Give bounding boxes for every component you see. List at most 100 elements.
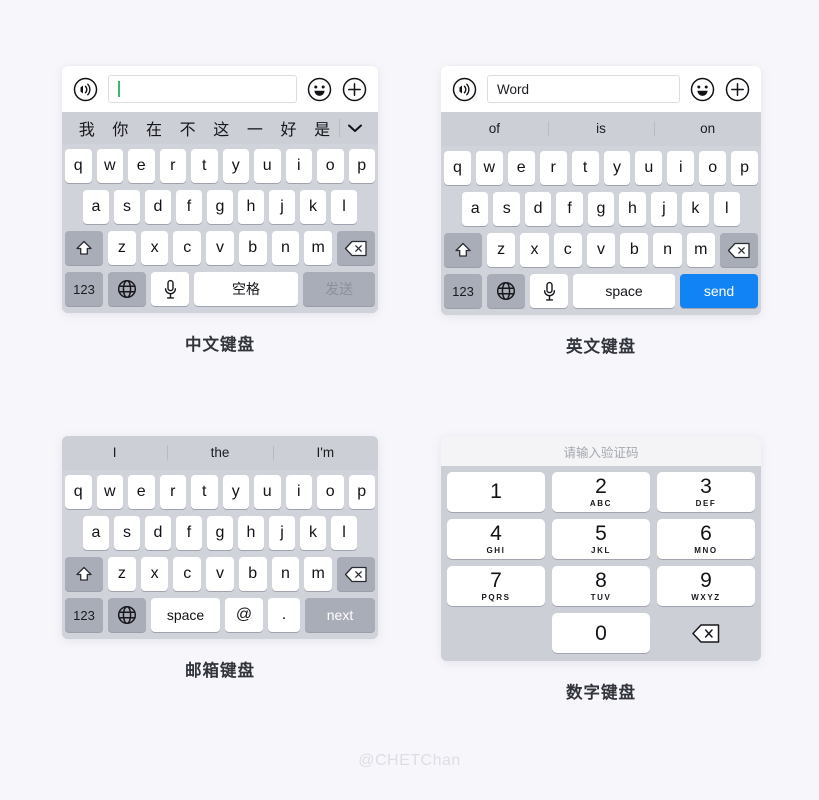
- numeric-mode-key[interactable]: 123: [444, 274, 482, 308]
- key-w[interactable]: w: [96, 149, 123, 183]
- key-h[interactable]: h: [238, 190, 264, 224]
- key-k[interactable]: k: [682, 192, 709, 226]
- suggestion-item[interactable]: I'm: [273, 446, 378, 460]
- key-u[interactable]: u: [254, 475, 281, 509]
- key-j[interactable]: j: [269, 190, 295, 224]
- key-v[interactable]: v: [206, 557, 234, 591]
- microphone-icon[interactable]: [530, 274, 568, 308]
- key-z[interactable]: z: [107, 557, 136, 591]
- key-d[interactable]: d: [524, 192, 552, 226]
- candidate-item[interactable]: 在: [137, 116, 171, 140]
- space-key[interactable]: 空格: [194, 272, 298, 306]
- key-q[interactable]: q: [65, 475, 92, 509]
- suggestion-item[interactable]: is: [548, 122, 655, 136]
- globe-icon[interactable]: [108, 598, 146, 632]
- key-c[interactable]: c: [553, 233, 582, 267]
- key-f[interactable]: f: [176, 516, 202, 550]
- candidate-item[interactable]: 不: [171, 116, 205, 140]
- key-q[interactable]: q: [65, 149, 92, 183]
- key-v[interactable]: v: [586, 233, 616, 267]
- key-v[interactable]: v: [206, 231, 234, 265]
- key-p[interactable]: p: [348, 149, 375, 183]
- key-p[interactable]: p: [348, 475, 375, 509]
- globe-icon[interactable]: [108, 272, 146, 306]
- key-g[interactable]: g: [207, 516, 233, 550]
- key-r[interactable]: r: [159, 149, 186, 183]
- key-c[interactable]: c: [173, 557, 202, 591]
- key-j[interactable]: j: [269, 516, 295, 550]
- key-u[interactable]: u: [254, 149, 281, 183]
- suggestion-item[interactable]: of: [441, 122, 548, 136]
- key-i[interactable]: i: [285, 149, 312, 183]
- key-j[interactable]: j: [650, 192, 678, 226]
- key-l[interactable]: l: [713, 192, 740, 226]
- key-t[interactable]: t: [571, 151, 599, 185]
- key-o[interactable]: o: [699, 151, 727, 185]
- candidate-item[interactable]: 是: [305, 116, 339, 140]
- key-e[interactable]: e: [128, 149, 155, 183]
- key-b[interactable]: b: [620, 233, 649, 267]
- key-n[interactable]: n: [653, 233, 682, 267]
- key-i[interactable]: i: [285, 475, 312, 509]
- key-h[interactable]: h: [619, 192, 646, 226]
- numeric-key-2[interactable]: 2 ABC: [552, 472, 650, 512]
- suggestion-item[interactable]: on: [654, 122, 761, 136]
- key-l[interactable]: l: [331, 516, 357, 550]
- key-b[interactable]: b: [238, 557, 267, 591]
- candidate-item[interactable]: 你: [104, 116, 138, 140]
- shift-icon[interactable]: [64, 231, 103, 265]
- microphone-icon[interactable]: [151, 272, 189, 306]
- key-x[interactable]: x: [140, 231, 169, 265]
- key-i[interactable]: i: [667, 151, 695, 185]
- numeric-key-5[interactable]: 5 JKL: [552, 519, 650, 559]
- key-u[interactable]: u: [635, 151, 663, 185]
- space-key[interactable]: space: [151, 598, 220, 632]
- key-s[interactable]: s: [493, 192, 520, 226]
- key-x[interactable]: x: [140, 557, 169, 591]
- key-y[interactable]: y: [222, 475, 249, 509]
- candidate-item[interactable]: 我: [70, 116, 104, 140]
- key-k[interactable]: k: [300, 516, 326, 550]
- chinese-text-input[interactable]: [108, 75, 297, 103]
- key-f[interactable]: f: [176, 190, 202, 224]
- space-key[interactable]: space: [573, 274, 675, 308]
- key-f[interactable]: f: [556, 192, 583, 226]
- send-button[interactable]: send: [680, 274, 758, 308]
- key-n[interactable]: n: [271, 557, 300, 591]
- key-g[interactable]: g: [207, 190, 233, 224]
- key-l[interactable]: l: [331, 190, 357, 224]
- key-t[interactable]: t: [191, 475, 218, 509]
- delete-icon[interactable]: [337, 557, 376, 591]
- key-w[interactable]: w: [96, 475, 123, 509]
- delete-icon[interactable]: [337, 231, 376, 265]
- candidate-item[interactable]: 好: [272, 116, 306, 140]
- voice-icon[interactable]: [452, 77, 477, 102]
- key-y[interactable]: y: [603, 151, 631, 185]
- key-c[interactable]: c: [173, 231, 202, 265]
- key-k[interactable]: k: [300, 190, 326, 224]
- key-r[interactable]: r: [159, 475, 186, 509]
- emoji-icon[interactable]: [690, 77, 715, 102]
- key-h[interactable]: h: [238, 516, 264, 550]
- numeric-key-0[interactable]: 0: [552, 613, 650, 653]
- delete-icon[interactable]: [719, 233, 758, 267]
- shift-icon[interactable]: [64, 557, 103, 591]
- key-d[interactable]: d: [145, 190, 171, 224]
- key-y[interactable]: y: [222, 149, 249, 183]
- key-s[interactable]: s: [114, 516, 140, 550]
- english-text-input[interactable]: Word: [487, 75, 680, 103]
- emoji-icon[interactable]: [307, 77, 332, 102]
- at-key[interactable]: @: [225, 598, 263, 632]
- numeric-mode-key[interactable]: 123: [65, 272, 103, 306]
- dot-key[interactable]: .: [268, 598, 300, 632]
- key-s[interactable]: s: [114, 190, 140, 224]
- key-x[interactable]: x: [520, 233, 549, 267]
- key-d[interactable]: d: [145, 516, 171, 550]
- numeric-mode-key[interactable]: 123: [65, 598, 103, 632]
- candidate-item[interactable]: 这: [205, 116, 239, 140]
- voice-icon[interactable]: [73, 77, 98, 102]
- key-m[interactable]: m: [686, 233, 715, 267]
- numeric-key-3[interactable]: 3 DEF: [657, 472, 755, 512]
- key-z[interactable]: z: [487, 233, 516, 267]
- key-t[interactable]: t: [191, 149, 218, 183]
